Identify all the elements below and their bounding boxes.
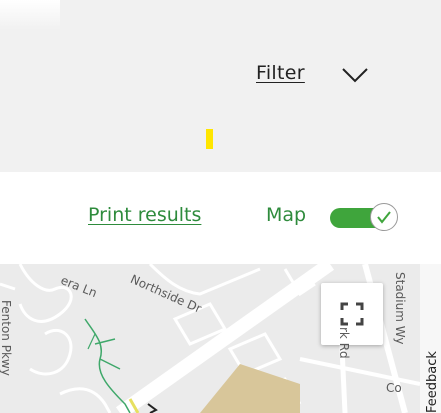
fullscreen-button[interactable] (321, 283, 383, 345)
map-toggle-label: Map (266, 204, 307, 226)
street-label: Co (386, 381, 402, 395)
header-fade (0, 0, 60, 30)
focus-marker (206, 129, 213, 149)
feedback-label[interactable]: Feedback (425, 351, 440, 413)
map-toggle-switch[interactable] (330, 203, 400, 233)
filter-toggle-link[interactable]: Filter (256, 62, 305, 84)
street-label: rk Rd (337, 327, 351, 359)
page: Filter Print results Map era Ln Northsid… (0, 0, 441, 413)
check-icon (377, 211, 391, 224)
fullscreen-icon (340, 302, 364, 326)
street-label: Fenton Pkwy (0, 300, 13, 376)
street-label: Stadium Wy (393, 272, 407, 345)
filter-panel (0, 0, 441, 172)
print-results-link[interactable]: Print results (88, 204, 201, 226)
chevron-down-icon[interactable] (340, 66, 370, 86)
toggle-knob (370, 203, 398, 231)
